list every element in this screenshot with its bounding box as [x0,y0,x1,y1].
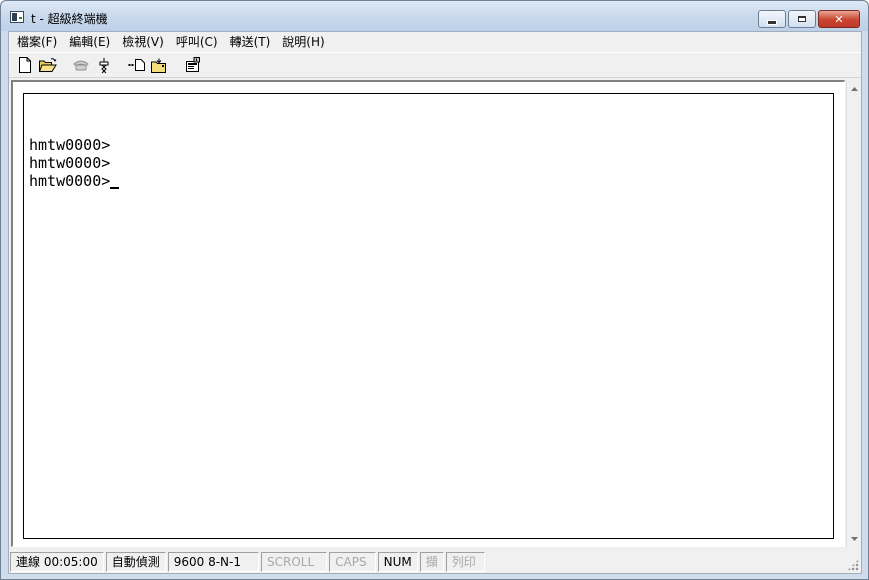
maximize-icon [798,16,806,22]
open-button[interactable] [38,55,58,75]
status-caps-lock: CAPS [329,551,376,572]
scroll-up-arrow-icon [851,86,858,91]
receive-file-icon [151,58,166,73]
call-icon [73,60,89,71]
status-auto-detect: 自動偵測 [105,551,166,572]
client-area: 檔案(F) 編輯(E) 檢視(V) 呼叫(C) 轉送(T) 說明(H) hmtw… [8,31,862,574]
text-cursor [110,187,120,189]
status-scroll-lock: SCROLL [261,551,328,572]
open-folder-icon [39,57,57,72]
hyperterminal-app-icon[interactable] [10,11,24,23]
terminal-frame: hmtw0000> hmtw0000> hmtw0000> [11,80,845,547]
close-icon: ✕ [834,12,844,26]
toolbar [9,52,861,78]
caption-buttons: ✕ [758,10,860,28]
menu-bar: 檔案(F) 編輯(E) 檢視(V) 呼叫(C) 轉送(T) 說明(H) [9,32,861,51]
menu-help[interactable]: 說明(H) [276,33,330,51]
window-title: t - 超級終端機 [31,12,108,26]
scroll-up-button[interactable] [847,80,862,97]
maximize-button[interactable] [788,10,816,28]
status-connection-time: 連線 00:05:00 [10,551,104,572]
call-button[interactable] [71,55,91,75]
new-connection-button[interactable] [15,55,35,75]
terminal-line: hmtw0000> [29,154,111,172]
resize-grip[interactable] [847,559,859,571]
minimize-icon [767,19,777,25]
vertical-scrollbar[interactable] [846,80,861,547]
send-file-button[interactable] [127,55,147,75]
terminal-screen[interactable]: hmtw0000> hmtw0000> hmtw0000> [23,93,834,539]
close-button[interactable]: ✕ [818,10,860,28]
title-bar[interactable]: t - 超級終端機 ✕ [1,1,868,31]
scroll-down-button[interactable] [847,530,862,547]
terminal-prompt: hmtw0000> [29,172,111,190]
properties-icon [186,57,200,72]
properties-button[interactable] [183,55,203,75]
menu-transfer[interactable]: 轉送(T) [224,33,277,51]
disconnect-button[interactable] [94,55,114,75]
menu-file[interactable]: 檔案(F) [11,33,63,51]
scroll-down-arrow-icon [851,536,858,541]
status-capture: 擷 [419,551,444,572]
send-file-icon [128,59,145,71]
receive-file-button[interactable] [150,55,170,75]
status-port-settings: 9600 8-N-1 [167,551,259,572]
menu-edit[interactable]: 編輯(E) [63,33,116,51]
hyperterminal-window: t - 超級終端機 ✕ 檔案(F) 編輯(E) 檢視(V) 呼叫(C) 轉送(T… [0,0,869,580]
terminal-line-current: hmtw0000> [29,172,833,190]
menu-view[interactable]: 檢視(V) [116,33,170,51]
new-document-icon [19,57,31,73]
status-print-echo: 列印 [445,551,485,572]
status-num-lock: NUM [377,551,418,572]
status-bar: 連線 00:05:00 自動偵測 9600 8-N-1 SCROLL CAPS … [9,550,861,573]
minimize-button[interactable] [758,10,786,28]
disconnect-icon [99,57,109,73]
menu-call[interactable]: 呼叫(C) [170,33,224,51]
terminal-line: hmtw0000> [29,136,111,154]
